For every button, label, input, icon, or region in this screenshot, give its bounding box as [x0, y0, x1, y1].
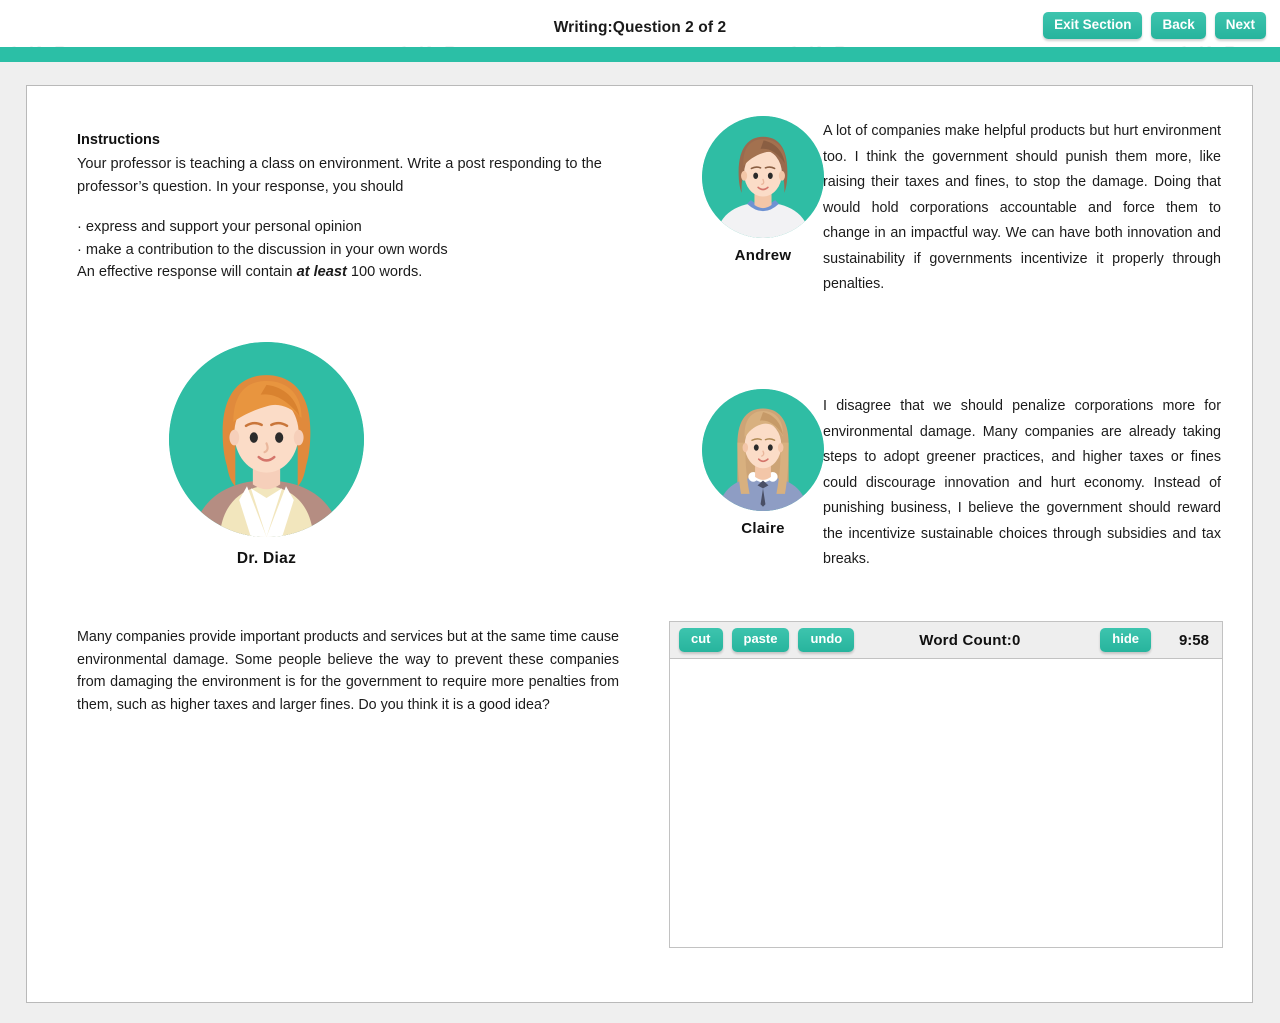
timer-group: hide 9:58	[1100, 628, 1213, 652]
accent-bar	[0, 47, 1280, 62]
undo-button[interactable]: undo	[798, 628, 855, 652]
avatar-professor	[169, 342, 364, 537]
instructions-bullet-2: · make a contribution to the discussion …	[77, 241, 448, 258]
requirement-prefix: An effective response will contain	[77, 264, 297, 280]
word-count-label: Word Count:0	[919, 631, 1021, 649]
requirement-emphasis: at least	[296, 264, 347, 280]
instructions-block: Instructions Your professor is teaching …	[77, 132, 622, 284]
student-name-andrew: Andrew	[734, 247, 792, 264]
timer-display: 9:58	[1178, 631, 1209, 649]
instructions-intro: Your professor is teaching a class on en…	[77, 156, 602, 195]
writing-task-screen: ENREACH英锐教育ENREACH英锐教育ENREACH英锐教育ENREACH…	[0, 0, 1280, 1023]
student-name-claire: Claire	[741, 520, 785, 537]
student-block-andrew: Andrew	[702, 116, 824, 264]
student-block-claire: Claire	[702, 389, 824, 537]
paste-button[interactable]: paste	[731, 628, 790, 652]
back-button[interactable]: Back	[1151, 12, 1206, 39]
content-panel: Instructions Your professor is teaching …	[26, 85, 1253, 1003]
professor-question: Many companies provide important product…	[77, 629, 619, 713]
cut-button[interactable]: cut	[679, 628, 723, 652]
professor-block: Dr. Diaz	[144, 342, 389, 568]
avatar-claire	[702, 389, 824, 511]
hide-timer-button[interactable]: hide	[1100, 628, 1151, 652]
requirement-suffix: 100 words.	[346, 264, 423, 280]
instructions-heading: Instructions	[77, 132, 160, 148]
avatar-andrew	[702, 116, 824, 238]
professor-name: Dr. Diaz	[236, 550, 297, 567]
instructions-bullet-1: · express and support your personal opin…	[77, 219, 362, 235]
instructions-requirement: An effective response will contain at le…	[77, 261, 622, 284]
app-header: Writing:Question 2 of 2 Exit Section Bac…	[0, 0, 1280, 46]
header-button-group: Exit Section Back Next	[1043, 12, 1266, 39]
next-button[interactable]: Next	[1214, 12, 1266, 39]
response-editor: cut paste undo Word Count:0 hide 9:58	[669, 621, 1223, 948]
post-claire: I disagree that we should penalize corpo…	[823, 398, 1221, 567]
instructions-spacer	[77, 198, 622, 216]
editor-toolbar: cut paste undo Word Count:0 hide 9:58	[669, 621, 1223, 659]
exit-section-button[interactable]: Exit Section	[1043, 12, 1143, 39]
post-andrew: A lot of companies make helpful products…	[823, 123, 1221, 292]
response-input[interactable]	[669, 659, 1223, 948]
